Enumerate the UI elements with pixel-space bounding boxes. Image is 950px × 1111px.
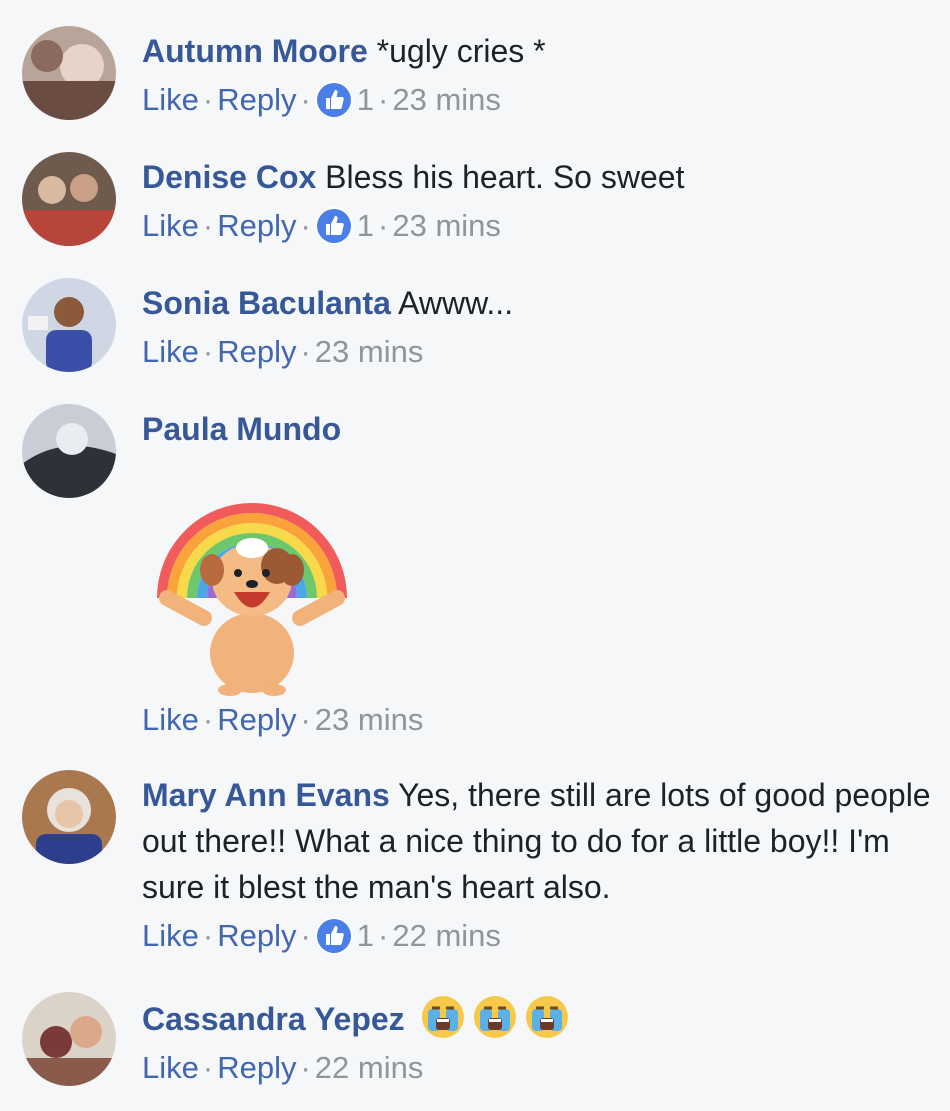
commenter-name[interactable]: Denise Cox <box>142 159 316 195</box>
crying-face-emoji <box>421 996 464 1038</box>
separator: · <box>300 702 311 737</box>
timestamp[interactable]: 23 mins <box>392 206 501 246</box>
reply-button[interactable]: Reply <box>217 80 296 120</box>
separator: · <box>202 702 214 737</box>
separator: · <box>378 918 389 953</box>
thumbs-up-icon[interactable] <box>316 83 351 117</box>
separator: · <box>300 1050 311 1085</box>
separator: · <box>202 208 214 243</box>
separator: · <box>378 82 389 117</box>
thumbs-up-icon[interactable] <box>316 209 351 243</box>
comment-text: Bless his heart. So sweet <box>325 159 685 195</box>
avatar[interactable] <box>22 278 116 372</box>
avatar[interactable] <box>22 152 116 246</box>
separator: · <box>300 918 311 953</box>
separator: · <box>202 82 214 117</box>
like-count[interactable]: 1 <box>357 916 374 956</box>
reply-button[interactable]: Reply <box>217 700 296 740</box>
crying-face-emoji <box>525 996 568 1038</box>
like-count[interactable]: 1 <box>357 80 374 120</box>
comment-text: *ugly cries * <box>376 33 546 69</box>
like-button[interactable]: Like <box>142 80 199 120</box>
reply-button[interactable]: Reply <box>217 916 296 956</box>
avatar[interactable] <box>22 26 116 120</box>
separator: · <box>300 334 311 369</box>
timestamp[interactable]: 23 mins <box>315 700 424 740</box>
comment-text: Awww... <box>398 285 514 321</box>
timestamp[interactable]: 23 mins <box>392 80 501 120</box>
reply-button[interactable]: Reply <box>217 332 296 372</box>
like-button[interactable]: Like <box>142 206 199 246</box>
avatar[interactable] <box>22 770 116 864</box>
separator: · <box>378 208 389 243</box>
like-button[interactable]: Like <box>142 1048 199 1088</box>
crying-face-emoji <box>473 996 516 1038</box>
avatar[interactable] <box>22 404 116 498</box>
separator: · <box>202 918 214 953</box>
separator: · <box>300 82 311 117</box>
separator: · <box>202 334 214 369</box>
timestamp[interactable]: 23 mins <box>315 332 424 372</box>
reply-button[interactable]: Reply <box>217 206 296 246</box>
separator: · <box>300 208 311 243</box>
commenter-name[interactable]: Paula Mundo <box>142 411 341 447</box>
avatar[interactable] <box>22 992 116 1086</box>
like-button[interactable]: Like <box>142 700 199 740</box>
timestamp[interactable]: 22 mins <box>315 1048 424 1088</box>
thumbs-up-icon[interactable] <box>316 919 351 953</box>
like-count[interactable]: 1 <box>357 206 374 246</box>
reply-button[interactable]: Reply <box>217 1048 296 1088</box>
like-button[interactable]: Like <box>142 332 199 372</box>
commenter-name[interactable]: Sonia Baculanta <box>142 285 391 321</box>
like-button[interactable]: Like <box>142 916 199 956</box>
commenter-name[interactable]: Cassandra Yepez <box>142 1001 405 1037</box>
commenter-name[interactable]: Mary Ann Evans <box>142 777 390 813</box>
separator: · <box>202 1050 214 1085</box>
timestamp[interactable]: 22 mins <box>392 916 501 956</box>
rainbow-puppy-sticker[interactable] <box>142 458 362 698</box>
commenter-name[interactable]: Autumn Moore <box>142 33 368 69</box>
